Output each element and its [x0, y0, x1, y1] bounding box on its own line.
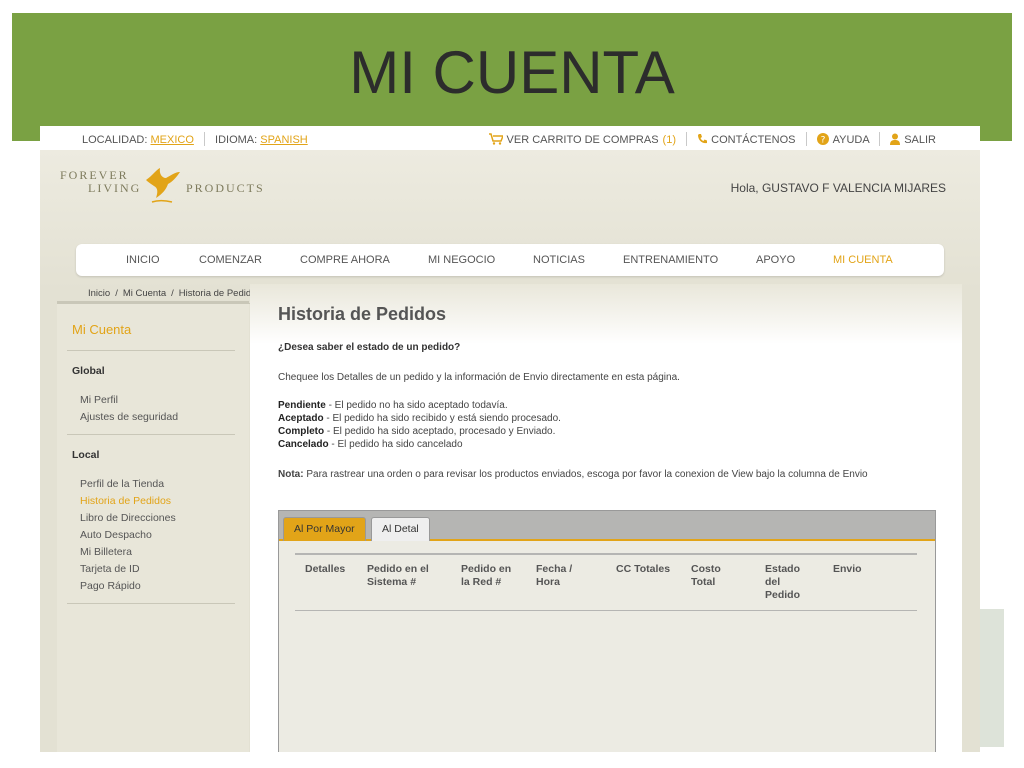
- column-header-costo-total: Costo Total: [691, 563, 721, 588]
- divider: [686, 132, 688, 146]
- status-aceptado: Aceptado - El pedido ha sido recibido y …: [278, 413, 561, 424]
- column-header-estado-pedido: Estado del Pedido: [765, 563, 801, 601]
- nav-mi-cuenta[interactable]: MI CUENTA: [833, 254, 893, 266]
- nav-compre-ahora[interactable]: COMPRE AHORA: [300, 254, 390, 266]
- breadcrumb-current: Historia de Pedidos: [178, 288, 262, 299]
- locality-link[interactable]: MEXICO: [150, 134, 193, 146]
- column-header-pedido-sistema: Pedido en el Sistema #: [367, 563, 429, 588]
- orders-table-header: Detalles Pedido en el Sistema # Pedido e…: [295, 553, 917, 611]
- locality-label: LOCALIDAD:: [82, 134, 148, 146]
- note-text: Nota: Para rastrear una orden o para rev…: [278, 469, 868, 480]
- sidebar-divider: [67, 434, 235, 435]
- language-link[interactable]: SPANISH: [260, 134, 307, 146]
- cart-link[interactable]: VER CARRITO DE COMPRAS (1): [488, 133, 680, 146]
- cart-count: (1): [662, 134, 676, 146]
- status-pendiente: Pendiente - El pedido no ha sido aceptad…: [278, 400, 508, 411]
- nav-inicio[interactable]: INICIO: [126, 254, 160, 266]
- forever-living-logo[interactable]: FOREVER LIVING PRODUCTS: [60, 166, 270, 210]
- sidebar-item-perfil-tienda[interactable]: Perfil de la Tienda: [80, 478, 164, 490]
- cart-icon: [488, 133, 503, 145]
- help-icon: ?: [816, 133, 829, 146]
- contact-label: CONTÁCTENOS: [711, 134, 796, 146]
- intro-text: Chequee los Detalles de un pedido y la i…: [278, 372, 680, 383]
- nav-noticias[interactable]: NOTICIAS: [533, 254, 585, 266]
- sidebar-divider: [67, 350, 235, 351]
- top-utility-bar: LOCALIDAD: MEXICO IDIOMA: SPANISH VER CA…: [40, 126, 980, 150]
- column-header-cc-totales: CC Totales: [616, 563, 671, 575]
- status-cancelado: Cancelado - El pedido ha sido cancelado: [278, 439, 463, 450]
- main-content: Historia de Pedidos ¿Desea saber el esta…: [250, 284, 962, 752]
- nav-comenzar[interactable]: COMENZAR: [199, 254, 262, 266]
- tab-al-detal[interactable]: Al Detal: [371, 517, 430, 541]
- breadcrumb: Inicio / Mi Cuenta / Historia de Pedidos: [88, 288, 262, 299]
- sidebar-item-tarjeta-id[interactable]: Tarjeta de ID: [80, 563, 140, 575]
- screenshot-frame: LOCALIDAD: MEXICO IDIOMA: SPANISH VER CA…: [40, 126, 980, 752]
- column-header-fecha-hora: Fecha / Hora: [536, 563, 573, 588]
- contact-link[interactable]: CONTÁCTENOS: [697, 134, 798, 146]
- site-header: FOREVER LIVING PRODUCTS Hola, GUSTAVO F …: [40, 150, 980, 304]
- sidebar-title: Mi Cuenta: [72, 322, 132, 337]
- nav-mi-negocio[interactable]: MI NEGOCIO: [428, 254, 495, 266]
- tab-al-por-mayor[interactable]: Al Por Mayor: [283, 517, 366, 541]
- sidebar-heading-global: Global: [72, 365, 105, 377]
- nav-apoyo[interactable]: APOYO: [756, 254, 795, 266]
- help-label: AYUDA: [832, 134, 870, 146]
- orders-panel: Al Por Mayor Al Detal Detalles Pedido en…: [278, 510, 936, 752]
- sidebar-item-ajustes-seguridad[interactable]: Ajustes de seguridad: [80, 411, 178, 423]
- main-navigation: INICIO COMENZAR COMPRE AHORA MI NEGOCIO …: [76, 244, 944, 276]
- sidebar-heading-local: Local: [72, 449, 100, 461]
- column-header-envio: Envio: [833, 563, 862, 575]
- divider: [805, 132, 807, 146]
- column-header-detalles: Detalles: [305, 563, 346, 575]
- sidebar-item-libro-direcciones[interactable]: Libro de Direcciones: [80, 512, 176, 524]
- divider: [879, 132, 881, 146]
- sidebar-item-mi-billetera[interactable]: Mi Billetera: [80, 546, 132, 558]
- order-status-question: ¿Desea saber el estado de un pedido?: [278, 342, 461, 353]
- eagle-icon: [146, 168, 180, 203]
- user-greeting: Hola, GUSTAVO F VALENCIA MIJARES: [730, 181, 946, 195]
- column-header-pedido-red: Pedido en la Red #: [461, 563, 512, 588]
- sidebar-item-mi-perfil[interactable]: Mi Perfil: [80, 394, 118, 406]
- help-link[interactable]: ? AYUDA: [816, 133, 873, 146]
- logo-word-living: LIVING: [88, 181, 142, 195]
- language-label: IDIOMA:: [215, 134, 258, 146]
- user-icon: [890, 133, 901, 145]
- logout-link[interactable]: SALIR: [890, 133, 936, 146]
- divider: [203, 132, 205, 146]
- account-sidebar: Mi Cuenta Global Mi Perfil Ajustes de se…: [57, 301, 249, 752]
- slide-title: MI CUENTA: [349, 39, 675, 106]
- cart-label: VER CARRITO DE COMPRAS: [506, 134, 659, 146]
- sidebar-item-auto-despacho[interactable]: Auto Despacho: [80, 529, 152, 541]
- decorative-rectangle: [980, 609, 1004, 747]
- slide-banner: MI CUENTA: [12, 13, 1012, 141]
- sidebar-item-pago-rapido[interactable]: Pago Rápido: [80, 580, 141, 592]
- logout-label: SALIR: [904, 134, 936, 146]
- sidebar-item-historia-pedidos[interactable]: Historia de Pedidos: [80, 495, 171, 507]
- orders-tab-strip: Al Por Mayor Al Detal: [279, 511, 935, 541]
- breadcrumb-mi-cuenta[interactable]: Mi Cuenta: [123, 288, 166, 299]
- status-completo: Completo - El pedido ha sido aceptado, p…: [278, 426, 556, 437]
- nav-entrenamiento[interactable]: ENTRENAMIENTO: [623, 254, 718, 266]
- breadcrumb-inicio[interactable]: Inicio: [88, 288, 110, 299]
- page-title: Historia de Pedidos: [278, 304, 447, 324]
- sidebar-divider: [67, 603, 235, 604]
- phone-icon: [698, 134, 708, 144]
- logo-word-products: PRODUCTS: [186, 181, 265, 195]
- svg-text:?: ?: [820, 136, 825, 146]
